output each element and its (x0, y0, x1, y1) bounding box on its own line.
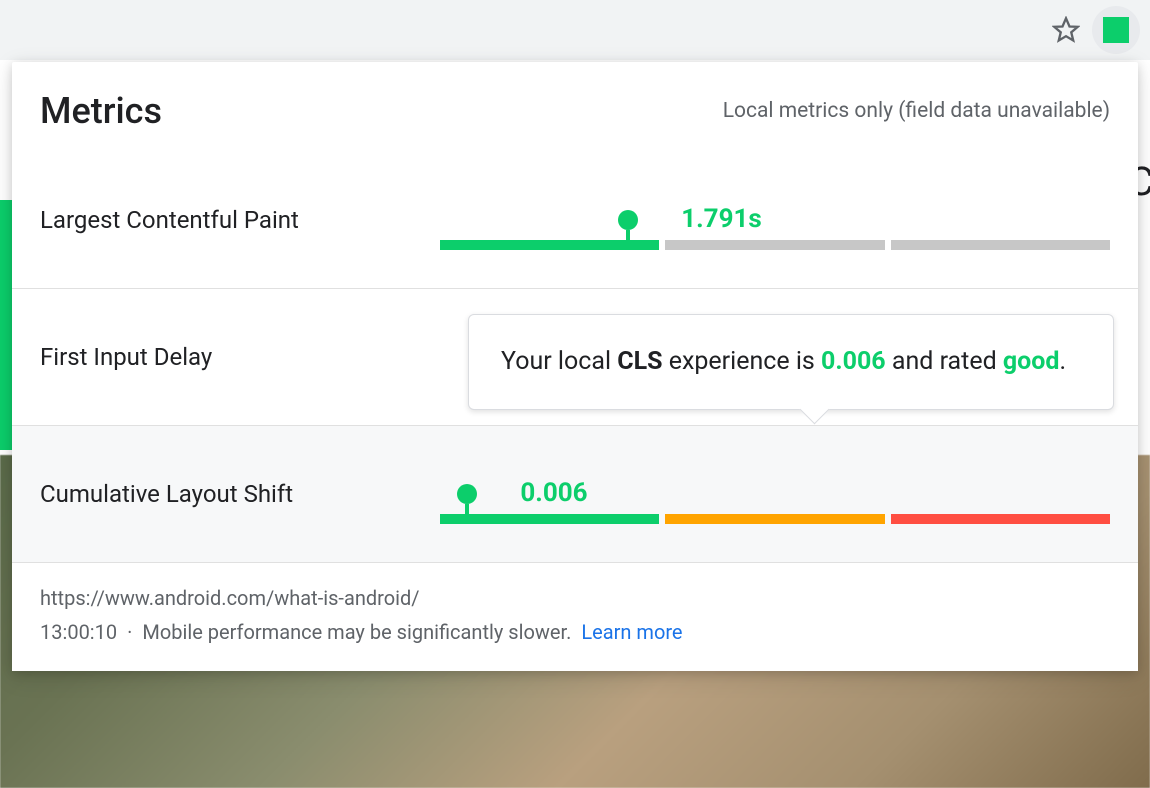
panel-subtitle: Local metrics only (field data unavailab… (723, 99, 1110, 123)
tooltip-text: . (1059, 347, 1066, 376)
web-vitals-panel: Metrics Local metrics only (field data u… (12, 62, 1138, 671)
metric-row-cls[interactable]: Cumulative Layout Shift 0.006 Your local… (12, 426, 1138, 562)
metric-gauge-cls: 0.006 Your local CLS experience is 0.006… (440, 464, 1110, 524)
learn-more-link[interactable]: Learn more (581, 615, 682, 649)
metric-label: First Input Delay (40, 343, 440, 371)
metric-label: Largest Contentful Paint (40, 206, 440, 234)
gauge-segment-needs-improvement (665, 514, 884, 524)
metric-gauge-lcp: 1.791s (440, 190, 1110, 250)
metric-value: 0.006 (520, 478, 587, 508)
gauge-marker-dot (618, 210, 638, 230)
tooltip-text: and rated (886, 347, 1003, 376)
metric-row-lcp[interactable]: Largest Contentful Paint 1.791s (12, 152, 1138, 289)
browser-toolbar (0, 0, 1150, 60)
page-accent-strip (0, 200, 12, 450)
extension-button[interactable] (1092, 6, 1140, 54)
metric-value: 1.791s (681, 204, 762, 234)
panel-footer: https://www.android.com/what-is-android/… (12, 562, 1138, 671)
gauge-marker-stem (465, 504, 469, 524)
footer-url: https://www.android.com/what-is-android/ (40, 581, 1110, 615)
panel-title: Metrics (40, 90, 162, 132)
gauge-segment-inactive (665, 240, 884, 250)
gauge-marker-stem (626, 230, 630, 250)
tooltip-text: Your local (501, 347, 617, 376)
panel-header: Metrics Local metrics only (field data u… (12, 62, 1138, 142)
bookmark-star-icon[interactable] (1052, 16, 1080, 44)
footer-timestamp: 13:00:10 (40, 615, 117, 649)
gauge-segment-inactive (891, 240, 1110, 250)
footer-note: Mobile performance may be significantly … (142, 615, 571, 649)
gauge-segment-poor (891, 514, 1110, 524)
tooltip-value: 0.006 (821, 347, 886, 376)
metrics-list: Largest Contentful Paint 1.791s First In… (12, 142, 1138, 562)
gauge-track (440, 240, 1110, 250)
gauge-marker (618, 210, 638, 250)
web-vitals-status-indicator (1103, 17, 1129, 43)
gauge-track (440, 514, 1110, 524)
separator-dot: · (127, 615, 132, 649)
tooltip-rating: good (1003, 347, 1060, 376)
metric-tooltip-cls: Your local CLS experience is 0.006 and r… (468, 314, 1114, 410)
gauge-marker (457, 484, 477, 524)
tooltip-text: experience is (663, 347, 822, 376)
tooltip-metric-abbr: CLS (617, 347, 662, 376)
metric-label: Cumulative Layout Shift (40, 480, 440, 508)
gauge-marker-dot (457, 484, 477, 504)
